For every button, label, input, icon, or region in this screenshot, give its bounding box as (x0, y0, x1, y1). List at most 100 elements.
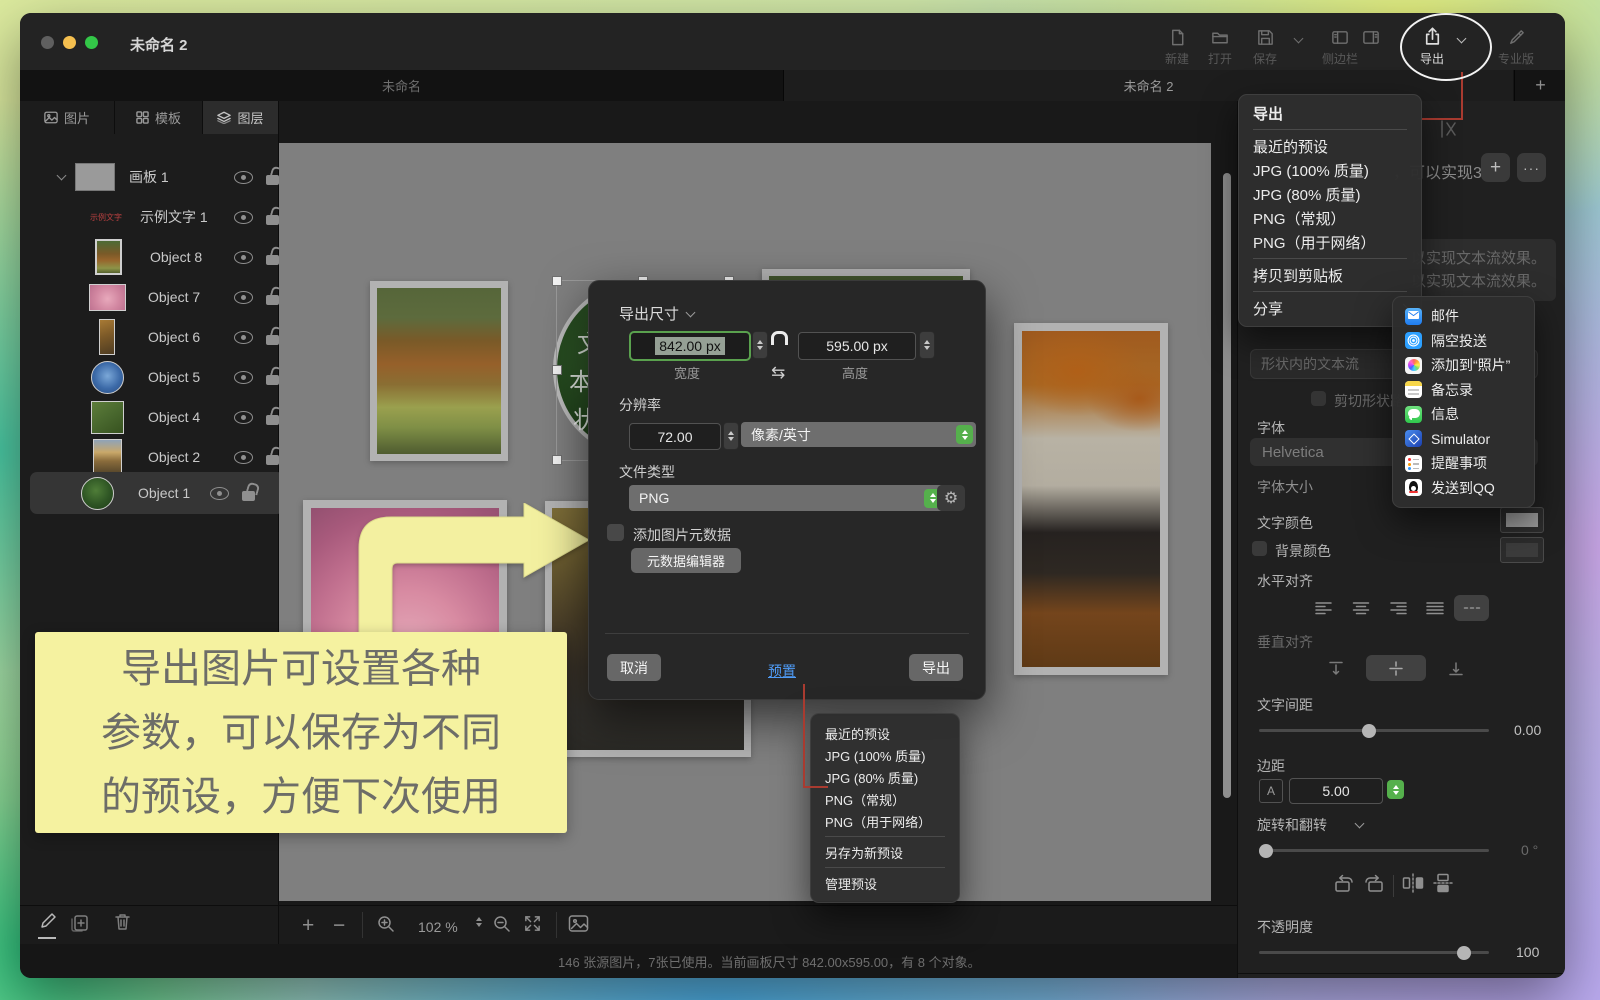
image-mode-button[interactable] (568, 914, 589, 938)
bg-color-swatch[interactable] (1500, 537, 1544, 563)
layer-row-artboard[interactable]: 画板 1 (44, 157, 294, 197)
share-simulator-item[interactable]: Simulator (1393, 427, 1534, 452)
preset-menu-item[interactable]: PNG（用于网络） (811, 810, 959, 832)
layer-row-object5[interactable]: Object 5 (44, 357, 294, 397)
minimize-button[interactable] (63, 36, 76, 49)
new-button[interactable]: 新建 (1165, 28, 1189, 67)
preset-menu-item[interactable]: 最近的预设 (811, 722, 959, 744)
layer-row-object2[interactable]: Object 2 (44, 437, 294, 477)
v-align-top-button[interactable] (1306, 655, 1366, 681)
margin-stepper[interactable] (1387, 780, 1404, 799)
align-right-button[interactable] (1380, 595, 1415, 621)
zoom-fit-button[interactable] (523, 914, 542, 938)
v-align-middle-button[interactable] (1366, 655, 1426, 681)
zoom-stepper[interactable] (476, 917, 482, 927)
share-reminders-item[interactable]: 提醒事项 (1393, 451, 1534, 476)
more-options-button[interactable]: ··· (1517, 153, 1546, 182)
height-field[interactable]: 595.00 px (798, 332, 916, 360)
unlock-icon[interactable] (266, 415, 279, 425)
resolution-field[interactable]: 72.00 (629, 423, 721, 450)
copy-to-clipboard-item[interactable]: 拷贝到剪贴板 (1239, 263, 1421, 287)
visibility-eye-icon[interactable] (234, 211, 253, 224)
save-button[interactable]: 保存 (1253, 28, 1277, 67)
section-chevron-icon[interactable] (686, 307, 696, 317)
slider-knob[interactable] (1457, 946, 1471, 960)
layer-row-object8[interactable]: Object 8 (44, 237, 294, 277)
cancel-button[interactable]: 取消 (607, 654, 661, 681)
share-airdrop-item[interactable]: 隔空投送 (1393, 329, 1534, 354)
zoom-in-button[interactable] (376, 914, 396, 939)
close-button[interactable] (41, 36, 54, 49)
metadata-editor-button[interactable]: 元数据编辑器 (631, 548, 741, 573)
save-as-new-preset-item[interactable]: 另存为新预设 (811, 841, 959, 863)
canvas-object-autumn[interactable] (1014, 323, 1168, 675)
open-button[interactable]: 打开 (1208, 28, 1232, 67)
add-text-button[interactable]: + (1481, 153, 1510, 182)
rotate-cw-button[interactable] (1363, 873, 1385, 898)
visibility-eye-icon[interactable] (234, 251, 253, 264)
layer-row-object7[interactable]: Object 7 (44, 277, 294, 317)
width-stepper[interactable] (752, 331, 768, 359)
preset-menu-item[interactable]: PNG（常规） (811, 788, 959, 810)
layer-row-sample-text[interactable]: 示例文字 示例文字 1 (44, 197, 294, 237)
layer-row-object1-selected[interactable]: Object 1 (30, 472, 284, 514)
selection-handle[interactable] (552, 276, 562, 286)
pro-version-button[interactable]: 专业版 (1498, 28, 1534, 67)
edit-tool-button[interactable] (38, 911, 58, 939)
visibility-eye-icon[interactable] (210, 487, 229, 500)
align-justify-button[interactable] (1417, 595, 1452, 621)
share-photos-item[interactable]: 添加到“照片” (1393, 353, 1534, 378)
width-field[interactable]: 842.00 px (629, 331, 751, 361)
share-notes-item[interactable]: 备忘录 (1393, 378, 1534, 403)
duplicate-button[interactable] (68, 913, 90, 938)
add-metadata-checkbox[interactable] (607, 524, 624, 541)
visibility-eye-icon[interactable] (234, 371, 253, 384)
align-left-button[interactable] (1306, 595, 1341, 621)
export-menu-item[interactable]: JPG (100% 质量) (1239, 158, 1421, 182)
share-qq-item[interactable]: 发送到QQ (1393, 476, 1534, 501)
rotate-section-chevron-icon[interactable] (1355, 819, 1365, 829)
export-menu-item[interactable]: PNG（常规） (1239, 206, 1421, 230)
rotation-slider[interactable] (1259, 849, 1489, 852)
zoom-level-value[interactable]: 102 % (418, 919, 458, 935)
margin-field[interactable]: 5.00 (1289, 778, 1383, 804)
presets-link[interactable]: 预置 (768, 661, 796, 681)
preset-menu-item[interactable]: JPG (80% 质量) (811, 766, 959, 788)
sidebar-tab-layers[interactable]: 图层 (203, 101, 278, 134)
opacity-slider[interactable] (1259, 951, 1489, 954)
slider-knob[interactable] (1259, 844, 1273, 858)
unlock-icon[interactable] (266, 455, 279, 465)
export-menu-item[interactable]: PNG（用于网络） (1239, 230, 1421, 254)
tab-untitled[interactable]: 未命名 (20, 70, 784, 101)
align-none-button[interactable] (1454, 595, 1489, 621)
vertical-scrollbar[interactable] (1223, 173, 1231, 798)
canvas-object-terrace-poster[interactable] (370, 281, 508, 461)
visibility-eye-icon[interactable] (234, 291, 253, 304)
unlock-icon[interactable] (266, 215, 279, 225)
bg-color-checkbox[interactable] (1252, 541, 1267, 556)
collapse-chevron-icon[interactable] (57, 171, 67, 181)
clip-shape-checkbox[interactable] (1311, 391, 1326, 406)
add-tab-button[interactable]: + (1514, 70, 1565, 101)
zoom-out-button[interactable] (492, 914, 512, 939)
unlock-icon[interactable] (266, 335, 279, 345)
unlock-icon[interactable] (266, 175, 279, 185)
layer-row-object4[interactable]: Object 4 (44, 397, 294, 437)
sidebar-tab-templates[interactable]: 模板 (115, 101, 203, 134)
letter-spacing-slider[interactable] (1259, 729, 1489, 732)
sidebar-toggle-right-button[interactable] (1361, 28, 1381, 52)
visibility-eye-icon[interactable] (234, 331, 253, 344)
selection-handle[interactable] (552, 365, 562, 375)
selection-handle[interactable] (552, 455, 562, 465)
zoom-subtract-button[interactable]: − (333, 914, 345, 938)
zoom-button[interactable] (85, 36, 98, 49)
save-chevron-icon[interactable] (1294, 34, 1304, 44)
preset-menu-item[interactable]: JPG (100% 质量) (811, 744, 959, 766)
sidebar-toggle-left-button[interactable]: 侧边栏 (1322, 28, 1358, 67)
zoom-add-button[interactable]: + (302, 914, 314, 938)
unlock-icon[interactable] (266, 295, 279, 305)
sidebar-tab-images[interactable]: 图片 (20, 101, 115, 134)
slider-knob[interactable] (1362, 724, 1376, 738)
unlock-icon[interactable] (266, 255, 279, 265)
share-mail-item[interactable]: 邮件 (1393, 304, 1534, 329)
